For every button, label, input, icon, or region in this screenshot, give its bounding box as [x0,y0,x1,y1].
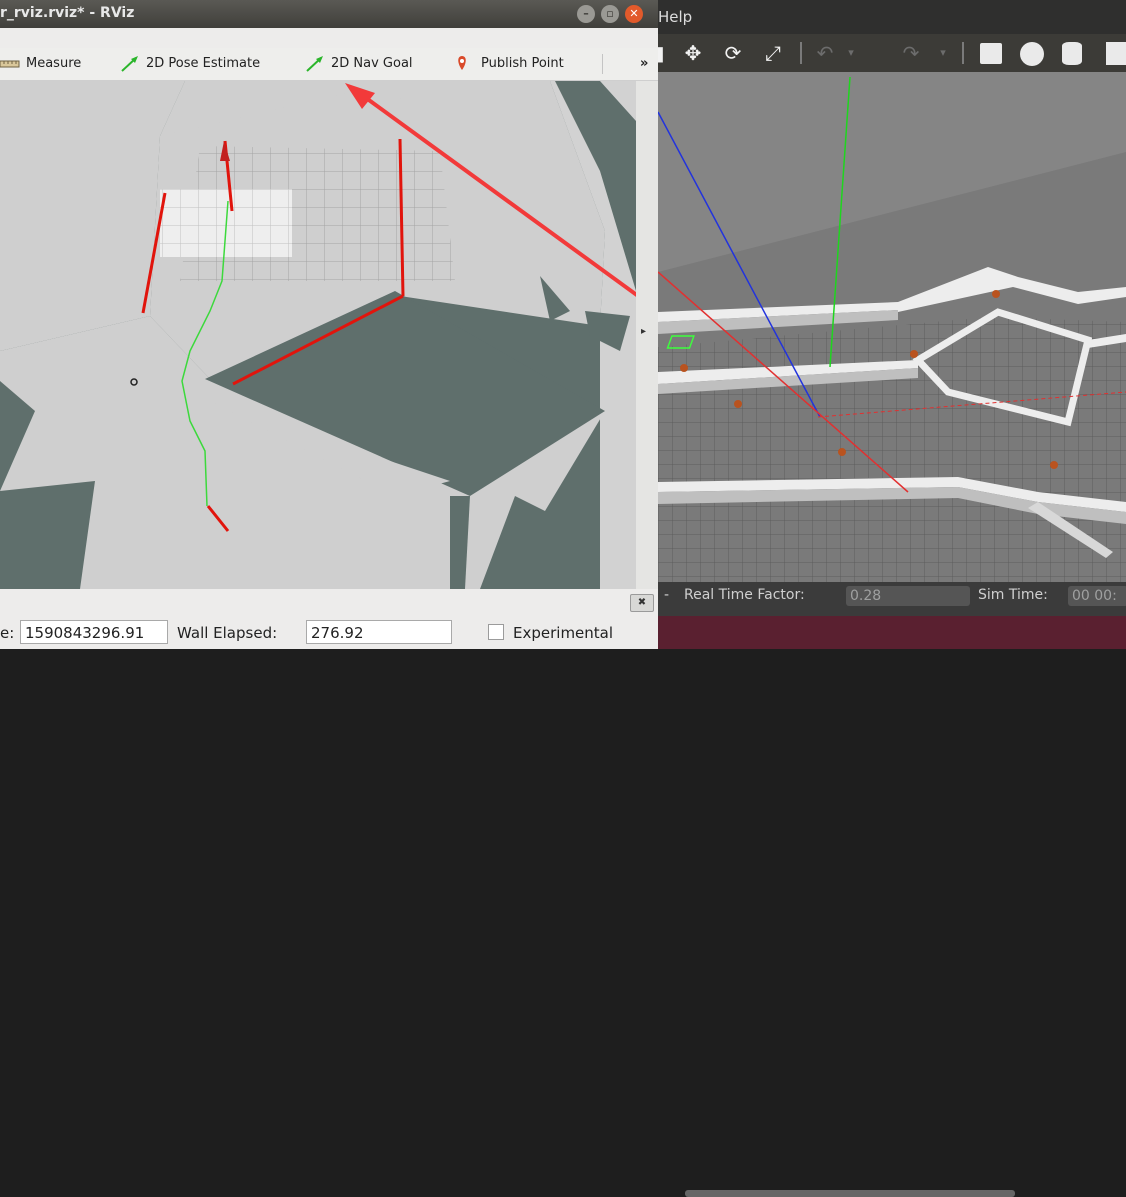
sim-time-value: 00 00: [1068,586,1126,606]
minimize-icon[interactable]: – [577,5,595,23]
undo-dropdown-icon[interactable]: ▾ [838,41,864,65]
light-icon[interactable] [1106,42,1126,65]
gazebo-3d-scene[interactable] [658,72,1126,582]
rtf-value: 0.28 [846,586,970,606]
status-dash: - [664,587,670,603]
toolbar-overflow-button[interactable]: » [640,56,648,71]
ros-time-field[interactable]: 1590843296.91 [20,620,168,644]
rviz-toolbar: Measure 2D Pose Estimate 2D Nav Goal Pub… [0,48,658,81]
rviz-menubar [0,28,658,48]
wall-elapsed-field[interactable]: 276.92 [306,620,452,644]
ros-time-label: e: [0,624,15,642]
redo-icon[interactable]: ↷ [898,41,924,65]
rviz-window: r_rviz.rviz* - RViz – ▫ ✕ Measure 2D Pos… [0,0,658,649]
publish-point-label: Publish Point [481,56,564,71]
measure-label: Measure [26,56,82,71]
nav-goal-arrow-icon [306,56,323,72]
nav-goal-label: 2D Nav Goal [331,56,413,71]
sphere-icon[interactable] [1020,42,1044,66]
rviz-titlebar: r_rviz.rviz* - RViz – ▫ ✕ [0,0,658,28]
pose-estimate-label: 2D Pose Estimate [146,56,261,71]
close-panel-button[interactable]: ✖ [630,594,654,612]
maximize-icon[interactable]: ▫ [601,5,619,23]
toolbar-separator [800,42,802,64]
desktop-background [640,616,1126,649]
time-panel: e: 1590843296.91 Wall Elapsed: 276.92 Ex… [0,614,658,649]
toolbar-separator [602,54,603,74]
rotate-icon[interactable]: ⟳ [720,41,746,65]
gazebo-window: Help ▮ ✥ ⟳ ⤢ ↶ ▾ ↷ ▾ - Real Time Factor:… [640,0,1126,1197]
gazebo-statusbar: - Real Time Factor: 0.28 Sim Time: 00 00… [640,582,1126,1197]
wall-elapsed-label: Wall Elapsed: [177,624,278,642]
redo-dropdown-icon[interactable]: ▾ [930,41,956,65]
experimental-checkbox[interactable] [488,624,504,640]
gazebo-scrollbar[interactable] [685,1190,1015,1197]
window-title: r_rviz.rviz* - RViz [0,5,135,21]
scale-icon[interactable]: ⤢ [760,41,786,65]
pose-arrow-icon [121,56,138,72]
box-icon[interactable] [980,43,1002,64]
expand-arrow-icon[interactable]: ▸ [641,326,646,337]
gazebo-menubar: Help [640,0,1126,34]
publish-point-icon [458,56,466,70]
toolbar-separator [962,42,964,64]
translate-icon[interactable]: ✥ [680,41,706,65]
close-icon[interactable]: ✕ [625,5,643,23]
rtf-label: Real Time Factor: [684,587,805,603]
measure-icon [0,60,20,68]
rviz-side-panel[interactable]: ▸ [636,81,658,589]
gazebo-toolbar: ▮ ✥ ⟳ ⤢ ↶ ▾ ↷ ▾ [640,34,1126,72]
rviz-3d-view[interactable] [0,81,636,589]
cylinder-icon[interactable] [1062,42,1082,65]
undo-icon[interactable]: ↶ [812,41,838,65]
menu-help[interactable]: Help [658,8,692,26]
sim-time-label: Sim Time: [978,587,1048,603]
experimental-label: Experimental [513,624,614,642]
